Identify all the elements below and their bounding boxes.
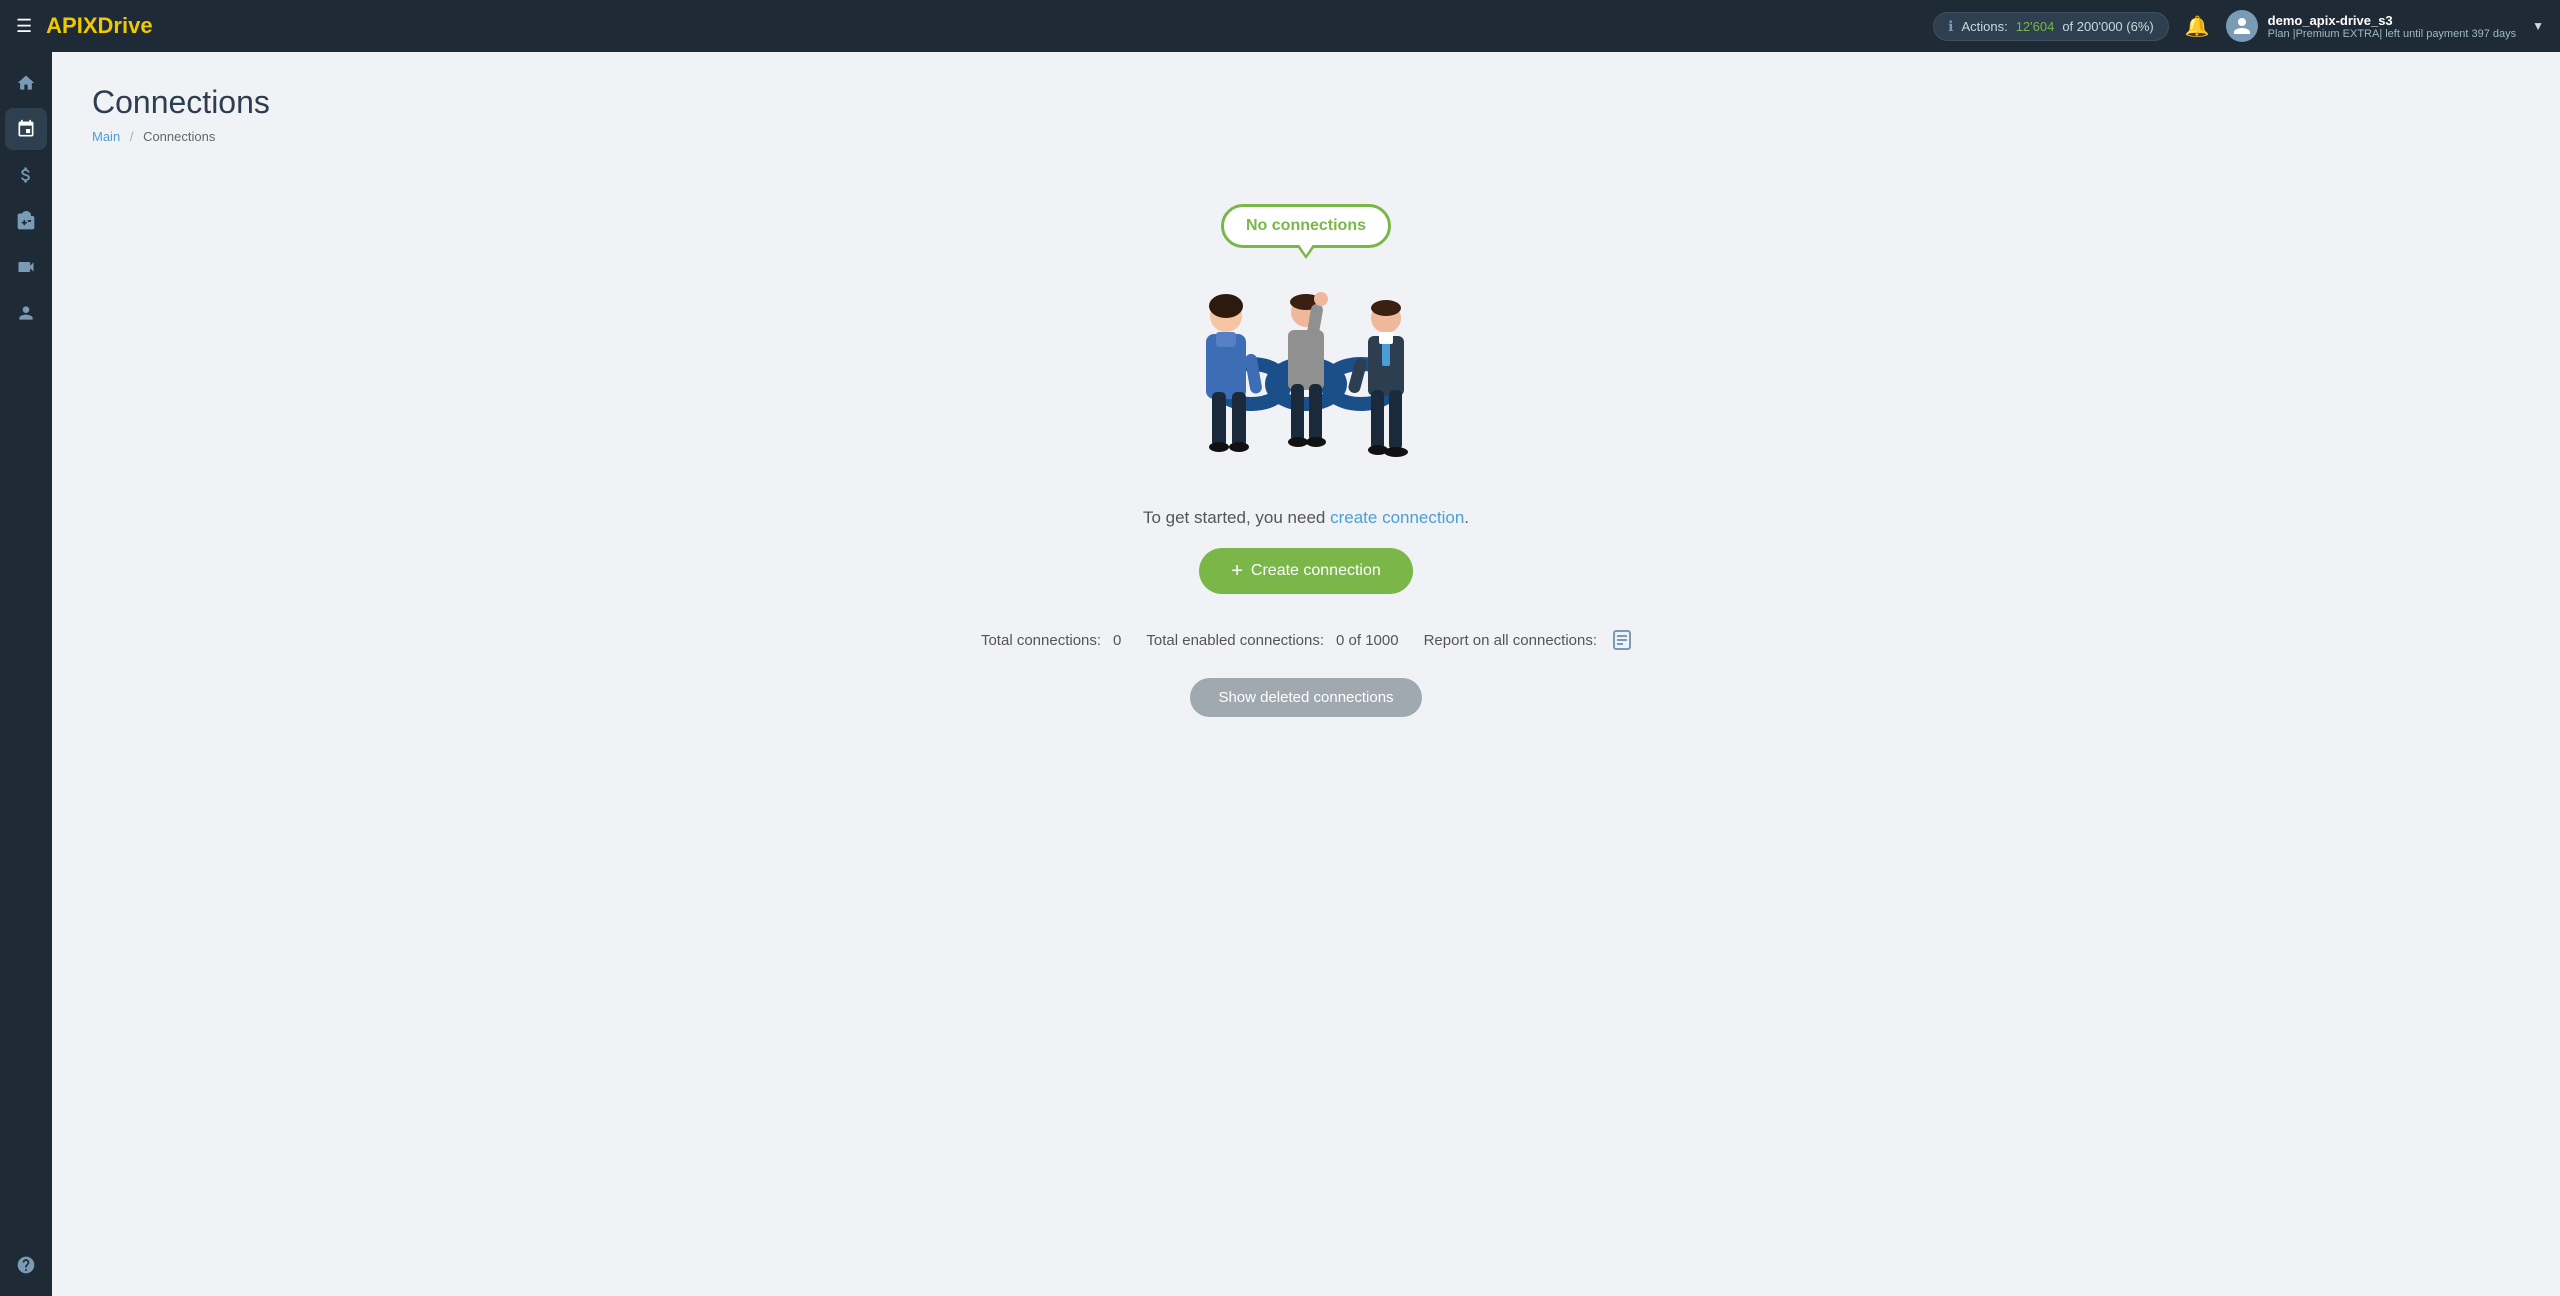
create-connection-button[interactable]: + Create connection: [1199, 548, 1413, 594]
enabled-connections-label: Total enabled connections:: [1146, 632, 1324, 649]
report-icon[interactable]: [1613, 630, 1631, 650]
total-connections-value: 0: [1113, 632, 1121, 649]
info-icon: ℹ: [1948, 18, 1953, 35]
show-deleted-connections-button[interactable]: Show deleted connections: [1190, 678, 1421, 717]
user-plan: Plan |Premium EXTRA| left until payment …: [2268, 28, 2516, 40]
logo-drive: Drive: [98, 13, 153, 38]
create-connection-link[interactable]: create connection: [1330, 508, 1464, 527]
sidebar: [0, 52, 52, 1296]
menu-icon[interactable]: ☰: [16, 16, 32, 37]
sidebar-item-help[interactable]: [5, 1244, 47, 1286]
cloud-container: No connections: [1221, 204, 1391, 248]
actions-total: of 200'000 (6%): [2062, 19, 2153, 34]
total-connections-label: Total connections:: [981, 632, 1101, 649]
sidebar-item-billing[interactable]: [5, 154, 47, 196]
cloud-bubble: No connections: [1221, 204, 1391, 248]
user-area[interactable]: demo_apix-drive_s3 Plan |Premium EXTRA| …: [2226, 10, 2544, 42]
sidebar-item-connections[interactable]: [5, 108, 47, 150]
empty-state-message: To get started, you need create connecti…: [1143, 508, 1469, 528]
logo-x: X: [83, 13, 98, 38]
empty-state: No connections: [92, 184, 2520, 757]
user-info: demo_apix-drive_s3 Plan |Premium EXTRA| …: [2268, 13, 2516, 40]
sidebar-item-video[interactable]: [5, 246, 47, 288]
breadcrumb-main[interactable]: Main: [92, 129, 120, 144]
breadcrumb-separator: /: [130, 129, 134, 144]
plus-icon: +: [1231, 561, 1243, 581]
page-title: Connections: [92, 84, 2520, 121]
actions-label: Actions:: [1961, 19, 2007, 34]
stats-separator-2: [1411, 631, 1412, 649]
actions-count: 12'604: [2016, 19, 2055, 34]
create-btn-label: Create connection: [1251, 562, 1381, 580]
logo: APIXDrive: [46, 13, 152, 39]
actions-badge: ℹ Actions: 12'604 of 200'000 (6%): [1933, 12, 2169, 41]
people-chain-illustration: [1136, 264, 1476, 484]
stats-separator: [1133, 631, 1134, 649]
bell-icon[interactable]: 🔔: [2185, 14, 2210, 39]
sidebar-item-home[interactable]: [5, 62, 47, 104]
breadcrumb-current: Connections: [143, 129, 215, 144]
sidebar-item-account[interactable]: [5, 292, 47, 334]
logo-api: API: [46, 13, 83, 38]
stats-row: Total connections: 0 Total enabled conne…: [981, 630, 1631, 650]
avatar: [2226, 10, 2258, 42]
logo-text: APIXDrive: [46, 13, 152, 39]
top-navigation: ☰ APIXDrive ℹ Actions: 12'604 of 200'000…: [0, 0, 2560, 52]
breadcrumb: Main / Connections: [92, 129, 2520, 144]
main-content: Connections Main / Connections No connec…: [52, 52, 2560, 1296]
report-label: Report on all connections:: [1424, 632, 1597, 649]
app-body: Connections Main / Connections No connec…: [0, 52, 2560, 1296]
user-name: demo_apix-drive_s3: [2268, 13, 2516, 28]
chevron-down-icon: ▼: [2532, 19, 2544, 33]
sidebar-item-apps[interactable]: [5, 200, 47, 242]
illustration: No connections: [1126, 204, 1486, 484]
enabled-connections-value: 0 of 1000: [1336, 632, 1399, 649]
